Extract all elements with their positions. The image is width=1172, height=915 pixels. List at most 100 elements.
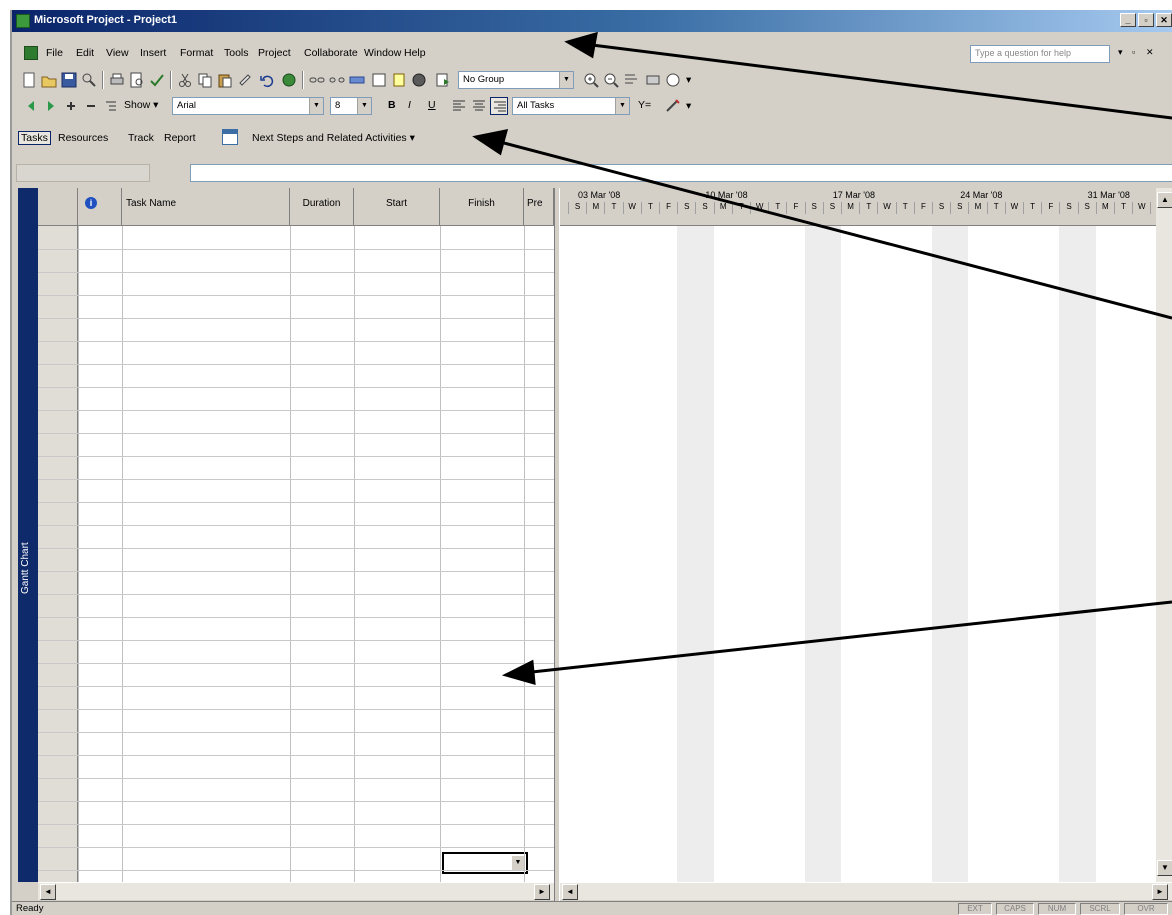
entry-input[interactable] [190,164,1172,182]
minimize-button[interactable]: _ [1120,13,1136,27]
print-icon[interactable] [108,71,126,89]
align-right-icon[interactable] [490,97,508,115]
guide-resources-button[interactable]: Resources [58,132,108,144]
title-bar[interactable]: Microsoft Project - Project1 _ ▫ ✕ [12,10,1172,32]
group-by-select[interactable]: No Group ▼ [458,71,574,89]
task-rows[interactable]: ▼ [38,226,554,882]
timescale-day-label: M [968,202,986,214]
help-icon[interactable] [664,71,682,89]
scroll-down-icon[interactable]: ▼ [1157,860,1172,876]
hide-subtasks-icon[interactable] [82,97,100,115]
spelling-icon[interactable] [148,71,166,89]
menu-format[interactable]: Format [180,47,213,59]
task-notes-icon[interactable] [390,71,408,89]
menu-help[interactable]: Help [404,47,426,59]
menu-file[interactable]: File [46,47,63,59]
menu-collaborate[interactable]: Collaborate [304,47,358,59]
show-subtasks-icon[interactable] [62,97,80,115]
close-button[interactable]: ✕ [1156,13,1172,27]
row-grid-line [38,594,554,595]
column-task-name[interactable]: Task Name [122,188,290,226]
align-center-icon[interactable] [470,97,488,115]
gantt-wizard-icon[interactable] [664,97,682,115]
unlink-tasks-icon[interactable] [328,71,346,89]
help-dropdown-icon[interactable]: ▾ [1118,47,1123,58]
zoom-in-icon[interactable] [582,71,600,89]
chevron-down-icon[interactable]: ▼ [511,855,525,871]
paste-icon[interactable] [216,71,234,89]
font-select[interactable]: Arial ▼ [172,97,324,115]
copy-icon[interactable] [196,71,214,89]
scroll-right-icon[interactable]: ► [534,884,550,900]
show-menu-button[interactable]: Show ▾ [124,99,158,111]
guide-track-button[interactable]: Track [128,132,154,144]
menu-tools[interactable]: Tools [224,47,249,59]
restore-button[interactable]: ▫ [1138,13,1154,27]
menu-edit[interactable]: Edit [76,47,94,59]
link-tasks-icon[interactable] [308,71,326,89]
new-icon[interactable] [20,71,38,89]
doc-restore-icon[interactable]: ▫ [1132,47,1135,57]
bold-button[interactable]: B [388,99,396,111]
cut-icon[interactable] [176,71,194,89]
italic-button[interactable]: I [408,99,411,111]
assign-resources-icon[interactable] [410,71,428,89]
sheet-horizontal-scrollbar[interactable]: ◄ ► [38,882,554,900]
print-preview-icon[interactable] [128,71,146,89]
ask-question-input[interactable]: Type a question for help [970,45,1110,63]
filter-select[interactable]: All Tasks ▼ [512,97,630,115]
calendar-icon[interactable] [222,129,238,145]
chevron-down-icon[interactable]: ▼ [357,98,371,114]
show-all-icon[interactable] [102,97,120,115]
scroll-left-icon[interactable]: ◄ [562,884,578,900]
toolbar-options-icon[interactable]: ▾ [686,74,691,86]
underline-button[interactable]: U [428,99,436,111]
column-start[interactable]: Start [354,188,440,226]
go-to-task-icon[interactable] [622,71,640,89]
save-icon[interactable] [60,71,78,89]
guide-report-button[interactable]: Report [164,132,196,144]
hyperlink-icon[interactable] [280,71,298,89]
outdent-icon[interactable] [22,97,40,115]
align-left-icon[interactable] [450,97,468,115]
doc-close-icon[interactable]: ✕ [1146,47,1154,58]
open-icon[interactable] [40,71,58,89]
chevron-down-icon[interactable]: ▼ [559,72,573,88]
column-indicators[interactable]: i [78,188,122,226]
row-headers[interactable] [38,226,78,882]
zoom-out-icon[interactable] [602,71,620,89]
menu-insert[interactable]: Insert [140,47,166,59]
scroll-left-icon[interactable]: ◄ [40,884,56,900]
publish-icon[interactable] [434,71,452,89]
column-predecessors[interactable]: Pre [524,188,554,226]
autofilter-button[interactable]: Y= [638,99,651,111]
view-bar[interactable]: Gantt Chart [18,188,38,882]
task-sheet[interactable]: i Task Name Duration Start Finish Pre ▼ [38,188,554,882]
gantt-horizontal-scrollbar[interactable]: ◄ ► [560,882,1172,900]
document-icon[interactable] [24,46,38,60]
menu-view[interactable]: View [106,47,129,59]
copy-picture-icon[interactable] [644,71,662,89]
toolbar-options-icon[interactable]: ▾ [686,100,691,112]
split-task-icon[interactable] [348,71,366,89]
column-finish[interactable]: Finish [440,188,524,226]
chevron-down-icon[interactable]: ▼ [615,98,629,114]
select-all-corner[interactable] [38,188,78,226]
search-icon[interactable] [80,71,98,89]
format-painter-icon[interactable] [236,71,254,89]
vertical-scrollbar[interactable]: ▲ ▼ [1156,188,1172,882]
scroll-right-icon[interactable]: ► [1152,884,1168,900]
font-size-select[interactable]: 8 ▼ [330,97,372,115]
next-steps-dropdown[interactable]: Next Steps and Related Activities ▾ [252,132,415,144]
indent-icon[interactable] [42,97,60,115]
undo-icon[interactable] [258,71,276,89]
guide-tasks-button[interactable]: Tasks [18,131,51,145]
menu-window[interactable]: Window [364,47,401,59]
column-duration[interactable]: Duration [290,188,354,226]
project-app-icon[interactable] [16,14,30,28]
gantt-chart-area[interactable]: 03 Mar '08 S M T W T F S 10 Mar '08 S M T W T F S 17 Mar… [560,188,1172,882]
menu-project[interactable]: Project [258,47,291,59]
chevron-down-icon[interactable]: ▼ [309,98,323,114]
scroll-up-icon[interactable]: ▲ [1157,192,1172,208]
task-information-icon[interactable] [370,71,388,89]
